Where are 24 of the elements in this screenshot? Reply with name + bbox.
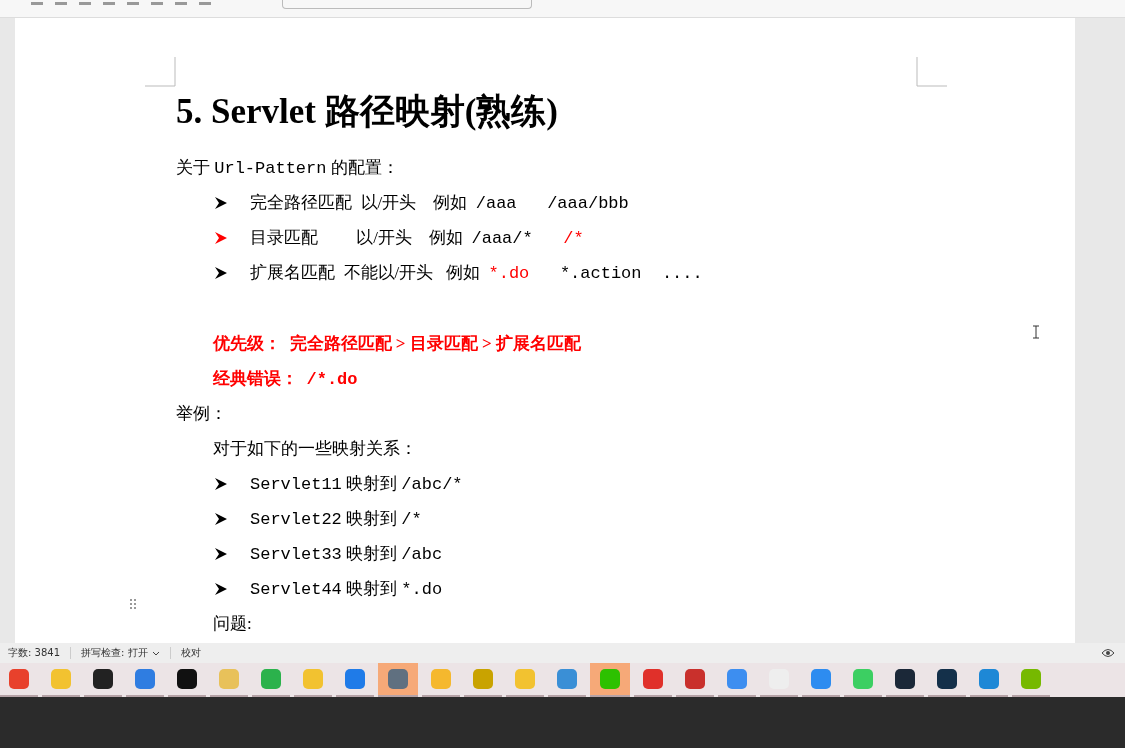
margin-corner-icon (145, 57, 177, 87)
document-text: Servlet33 映射到 /abc (250, 543, 443, 565)
document-text: 问题: (213, 613, 252, 635)
document-text: Servlet11 映射到 /abc/* (250, 473, 463, 495)
caret-icon (151, 650, 160, 656)
style-dropdown[interactable] (282, 0, 532, 9)
margin-corner-icon (915, 57, 947, 87)
document-heading: 5. Servlet 路径映射(熟练) (176, 92, 559, 132)
document-text: 优先级： 完全路径匹配 > 目录匹配 > 扩展名匹配 (213, 333, 581, 355)
document-text: Servlet22 映射到 /* (250, 508, 422, 530)
document-text: 经典错误： /*.do (213, 368, 358, 390)
document-text: Servlet44 映射到 *.do (250, 578, 443, 600)
text-cursor-icon (1032, 325, 1040, 339)
eye-icon[interactable] (1101, 648, 1115, 658)
document-text: 对于如下的一些映射关系： (213, 438, 417, 460)
drag-handle-icon[interactable] (129, 598, 137, 610)
document-text: 举例： (176, 403, 227, 425)
document-text: 目录匹配 以/开头 例如 /aaa/* /* (250, 227, 584, 249)
document-text: 关于 Url-Pattern 的配置： (176, 157, 399, 179)
document-text: 完全路径匹配 以/开头 例如 /aaa /aaa/bbb (250, 192, 629, 214)
spell-check-dropdown[interactable]: 拼写检查: 打开 (81, 646, 160, 660)
word-count: 字数: 3841 (8, 646, 60, 660)
proofread-button[interactable]: 校对 (180, 646, 201, 660)
document-text: 扩展名匹配 不能以/开头 例如 *.do *.action .... (250, 262, 703, 284)
